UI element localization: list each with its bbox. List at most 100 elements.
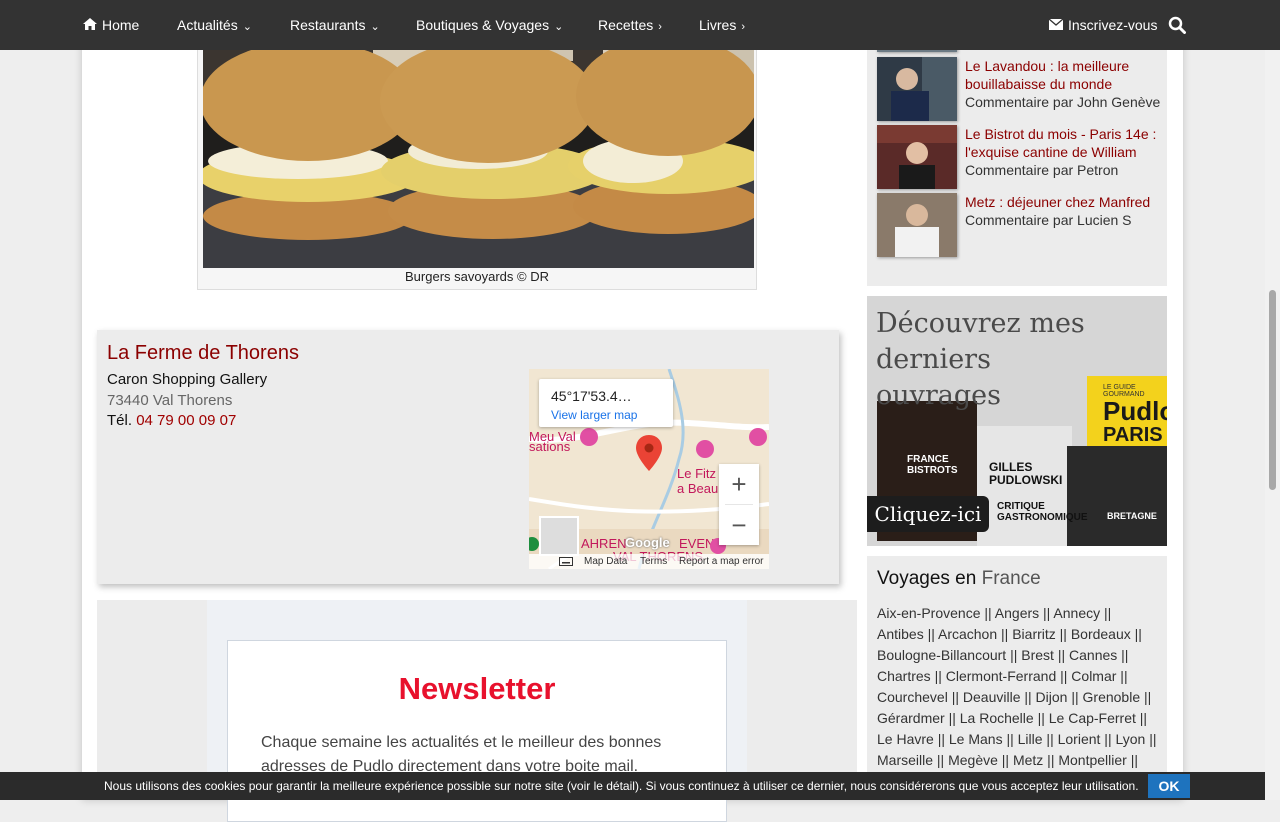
voyage-city-link[interactable]: Clermont-Ferrand: [946, 668, 1056, 684]
search-icon[interactable]: [1168, 16, 1186, 34]
chevron-right-icon: ›: [741, 21, 746, 33]
cookie-details-link[interactable]: voir le détail: [571, 779, 635, 793]
google-map[interactable]: Le Fitz a Beau Meu Val sations AHREN EVE…: [529, 369, 769, 569]
voyage-city-link[interactable]: Le Havre: [877, 731, 934, 747]
nav-home[interactable]: Home: [83, 0, 139, 50]
voyages-title: Voyages en France: [877, 568, 1041, 590]
zoom-in-button[interactable]: +: [719, 464, 759, 504]
nav-recettes[interactable]: Recettes ›: [598, 0, 662, 50]
voyage-city-link[interactable]: Deauville: [963, 689, 1021, 705]
restaurant-name: La Ferme de Thorens: [107, 342, 299, 364]
voyage-city-link[interactable]: Cannes: [1069, 647, 1117, 663]
chevron-down-icon: ⌄: [242, 21, 252, 33]
voyage-city-link[interactable]: Megève: [948, 752, 998, 768]
city-separator: ||: [1135, 710, 1148, 726]
comment-title-link[interactable]: Le Lavandou : la meilleure bouillabaisse…: [965, 57, 1161, 93]
chevron-down-icon: ⌄: [554, 21, 564, 33]
voyage-city-link[interactable]: Lille: [1018, 731, 1043, 747]
voyages-city-list: Aix-en-Provence || Angers || Annecy || A…: [877, 603, 1159, 771]
voyage-city-link[interactable]: Chartres: [877, 668, 931, 684]
voyage-city-link[interactable]: Colmar: [1071, 668, 1116, 684]
voyage-city-link[interactable]: Montpellier: [1058, 752, 1126, 768]
voyage-city-link[interactable]: Bordeaux: [1071, 626, 1131, 642]
voyage-city-link[interactable]: Aix-en-Provence: [877, 605, 981, 621]
city-separator: ||: [1100, 605, 1112, 621]
voyage-city-link[interactable]: Brest: [1021, 647, 1054, 663]
map-marker-icon[interactable]: [636, 435, 662, 471]
ad-cta-button[interactable]: Cliquez-ici: [867, 496, 989, 532]
home-icon: [83, 0, 97, 50]
cookie-ok-button[interactable]: OK: [1148, 774, 1190, 798]
voyage-city-link[interactable]: Arcachon: [938, 626, 997, 642]
voyage-city-link[interactable]: Annecy: [1053, 605, 1100, 621]
city-separator: ||: [997, 752, 1013, 768]
google-logo: Google: [625, 535, 670, 550]
comment-item: Le Lavandou : la meilleure bouillabaisse…: [877, 57, 1167, 121]
books-advert[interactable]: LE GUIDE GOURMAND Pudlo PARIS FRANCE BIS…: [867, 296, 1167, 546]
nav-restaurants[interactable]: Restaurants ⌄: [290, 0, 380, 50]
voyage-city-link[interactable]: Antibes: [877, 626, 924, 642]
nav-boutiques-label: Boutiques & Voyages: [416, 17, 550, 33]
voyage-city-link[interactable]: Le Cap-Ferret: [1049, 710, 1136, 726]
voyage-city-link[interactable]: Boulogne-Billancourt: [877, 647, 1006, 663]
comment-item: Metz : déjeuner chez Manfred Commentaire…: [877, 193, 1167, 257]
voyage-city-link[interactable]: Angers: [995, 605, 1039, 621]
city-separator: ||: [1145, 731, 1157, 747]
comment-item: Le Bistrot du mois - Paris 14e : l'exqui…: [877, 125, 1167, 189]
comment-author: Commentaire par Petron: [965, 162, 1119, 178]
voyage-city-link[interactable]: Biarritz: [1012, 626, 1056, 642]
map-coordinates: 45°17'53.4…: [551, 388, 632, 404]
comment-title-link[interactable]: Metz : déjeuner chez Manfred: [965, 193, 1161, 211]
voyage-city-link[interactable]: Courchevel: [877, 689, 948, 705]
voyages-en-france: Voyages en France Aix-en-Provence || Ang…: [867, 556, 1167, 800]
nav-boutiques-voyages[interactable]: Boutiques & Voyages ⌄: [416, 0, 563, 50]
restaurant-city: 73440 Val Thorens: [107, 392, 233, 409]
cookie-text-before: Nous utilisons des cookies pour garantir…: [104, 779, 571, 793]
map-report-link[interactable]: Report a map error: [679, 554, 763, 569]
view-larger-map-link[interactable]: View larger map: [551, 408, 637, 422]
nav-restaurants-label: Restaurants: [290, 17, 366, 33]
nav-actualites[interactable]: Actualités ⌄: [177, 0, 252, 50]
city-separator: ||: [933, 731, 949, 747]
voyage-city-link[interactable]: Lyon: [1115, 731, 1145, 747]
city-separator: ||: [1126, 752, 1139, 768]
voyage-city-link[interactable]: Marseille: [877, 752, 933, 768]
comment-thumbnail[interactable]: [877, 125, 957, 189]
zoom-out-button[interactable]: −: [719, 505, 759, 545]
voyage-city-link[interactable]: Dijon: [1036, 689, 1068, 705]
city-separator: ||: [923, 626, 938, 642]
chevron-down-icon: ⌄: [370, 21, 380, 33]
newsletter-section: Newsletter Chaque semaine les actualités…: [97, 600, 857, 822]
map-type-toggle[interactable]: [539, 516, 579, 556]
map-terms-link[interactable]: Terms: [640, 554, 667, 569]
map-data-link[interactable]: Map Data: [584, 554, 627, 569]
comment-thumbnail[interactable]: [877, 193, 957, 257]
comment-title-link[interactable]: Le Bistrot du mois - Paris 14e : l'exqui…: [965, 125, 1161, 161]
nav-livres[interactable]: Livres ›: [699, 0, 745, 50]
page-scrollbar[interactable]: [1265, 0, 1280, 800]
voyage-city-link[interactable]: Metz: [1013, 752, 1043, 768]
voyage-city-link[interactable]: Gérardmer: [877, 710, 945, 726]
book-label: GILLES PUDLOWSKI: [989, 460, 1063, 487]
phone-link[interactable]: 04 79 00 09 07: [136, 412, 236, 429]
comment-thumbnail[interactable]: [877, 57, 957, 121]
city-separator: ||: [1002, 731, 1018, 747]
keyboard-icon[interactable]: [559, 554, 573, 569]
city-separator: ||: [1100, 731, 1116, 747]
city-separator: ||: [1140, 689, 1152, 705]
city-separator: ||: [1020, 689, 1036, 705]
voyages-title-country: France: [981, 568, 1041, 589]
voyage-city-link[interactable]: La Rochelle: [960, 710, 1034, 726]
book-label: FRANCE BISTROTS: [907, 454, 958, 476]
voyage-city-link[interactable]: Lorient: [1058, 731, 1101, 747]
top-navigation: Home Actualités ⌄ Restaurants ⌄ Boutiques …: [0, 0, 1280, 50]
city-separator: ||: [1039, 605, 1054, 621]
voyage-city-link[interactable]: Grenoble: [1083, 689, 1141, 705]
subscribe-link[interactable]: Inscrivez-vous: [1048, 0, 1157, 50]
city-separator: ||: [980, 605, 995, 621]
city-separator: ||: [930, 668, 946, 684]
newsletter-title: Newsletter: [398, 671, 556, 706]
scrollbar-thumb[interactable]: [1269, 290, 1276, 490]
ad-headline: Découvrez mes derniers ouvrages: [876, 308, 1085, 411]
voyage-city-link[interactable]: Le Mans: [949, 731, 1003, 747]
